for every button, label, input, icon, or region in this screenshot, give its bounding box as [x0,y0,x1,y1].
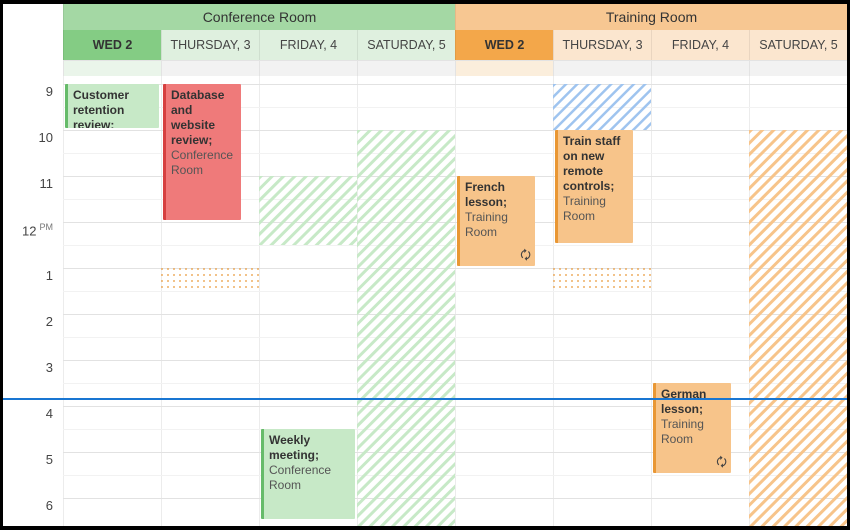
resource-header: Training Room [455,4,847,30]
event-german-lesson[interactable]: German lesson; Training Room 🗘 [653,383,731,473]
allday-cell[interactable] [553,60,651,76]
hour-label: 2 [46,314,53,329]
event-customer-retention[interactable]: Customer retention review; Conference Ro… [65,84,159,128]
event-weekly-meeting[interactable]: Weekly meeting; Conference Room [261,429,355,519]
calendar-frame: 9 10 11 12PM 1 2 3 4 5 6 Conference Room… [3,4,847,526]
recurring-icon: 🗘 [716,455,727,470]
event-title: Customer retention review; [73,88,154,128]
event-title: French lesson; [465,180,530,210]
event-database-website[interactable]: Database and website review; Conference … [163,84,241,220]
hour-label: 1 [46,268,53,283]
day-header-fri[interactable]: FRIDAY, 4 [651,30,749,60]
event-location: Conference Room [171,148,236,178]
event-location: Training Room [661,417,726,447]
day-header-sat[interactable]: SATURDAY, 5 [357,30,455,60]
event-title: Train staff on new remote controls; [563,134,628,194]
hour-label: 11 [40,176,54,191]
hour-label: 10 [39,130,53,145]
hour-label: 3 [46,360,53,375]
day-header-sat[interactable]: SATURDAY, 5 [749,30,847,60]
allday-cell[interactable] [357,60,455,76]
allday-cell[interactable] [749,60,847,76]
day-grid[interactable]: French lesson; Training Room 🗘 Train sta… [455,76,847,526]
resource-training-room: Training Room WED 2 THURSDAY, 3 FRIDAY, … [455,4,847,526]
allday-cell[interactable] [161,60,259,76]
event-train-staff[interactable]: Train staff on new remote controls; Trai… [555,130,633,243]
resource-conference-room: Conference Room WED 2 THURSDAY, 3 FRIDAY… [63,4,455,526]
hour-label: 12PM [22,222,53,238]
allday-row[interactable] [63,60,455,76]
day-header-thu[interactable]: THURSDAY, 3 [553,30,651,60]
day-header-row: WED 2 THURSDAY, 3 FRIDAY, 4 SATURDAY, 5 [63,30,455,60]
resource-header: Conference Room [63,4,455,30]
event-title: Database and website review; [171,88,236,148]
day-header-wed[interactable]: WED 2 [63,30,161,60]
hour-label: 9 [46,84,53,99]
hour-label: 5 [46,452,53,467]
hour-label: 4 [46,406,53,421]
current-time-indicator [3,398,847,400]
event-location: Training Room [563,194,628,224]
day-grid[interactable]: Customer retention review; Conference Ro… [63,76,455,526]
day-header-fri[interactable]: FRIDAY, 4 [259,30,357,60]
day-header-wed[interactable]: WED 2 [455,30,553,60]
event-french-lesson[interactable]: French lesson; Training Room 🗘 [457,176,535,266]
event-title: German lesson; [661,387,726,417]
recurring-icon: 🗘 [520,248,531,263]
allday-cell[interactable] [455,60,553,76]
day-header-row: WED 2 THURSDAY, 3 FRIDAY, 4 SATURDAY, 5 [455,30,847,60]
allday-cell[interactable] [259,60,357,76]
event-title: Weekly meeting; [269,433,350,463]
allday-cell[interactable] [651,60,749,76]
event-location: Training Room [465,210,530,240]
hour-label: 6 [46,498,53,513]
allday-row[interactable] [455,60,847,76]
day-header-thu[interactable]: THURSDAY, 3 [161,30,259,60]
event-location: Conference Room [269,463,350,493]
allday-cell[interactable] [63,60,161,76]
time-gutter: 9 10 11 12PM 1 2 3 4 5 6 [3,4,63,526]
